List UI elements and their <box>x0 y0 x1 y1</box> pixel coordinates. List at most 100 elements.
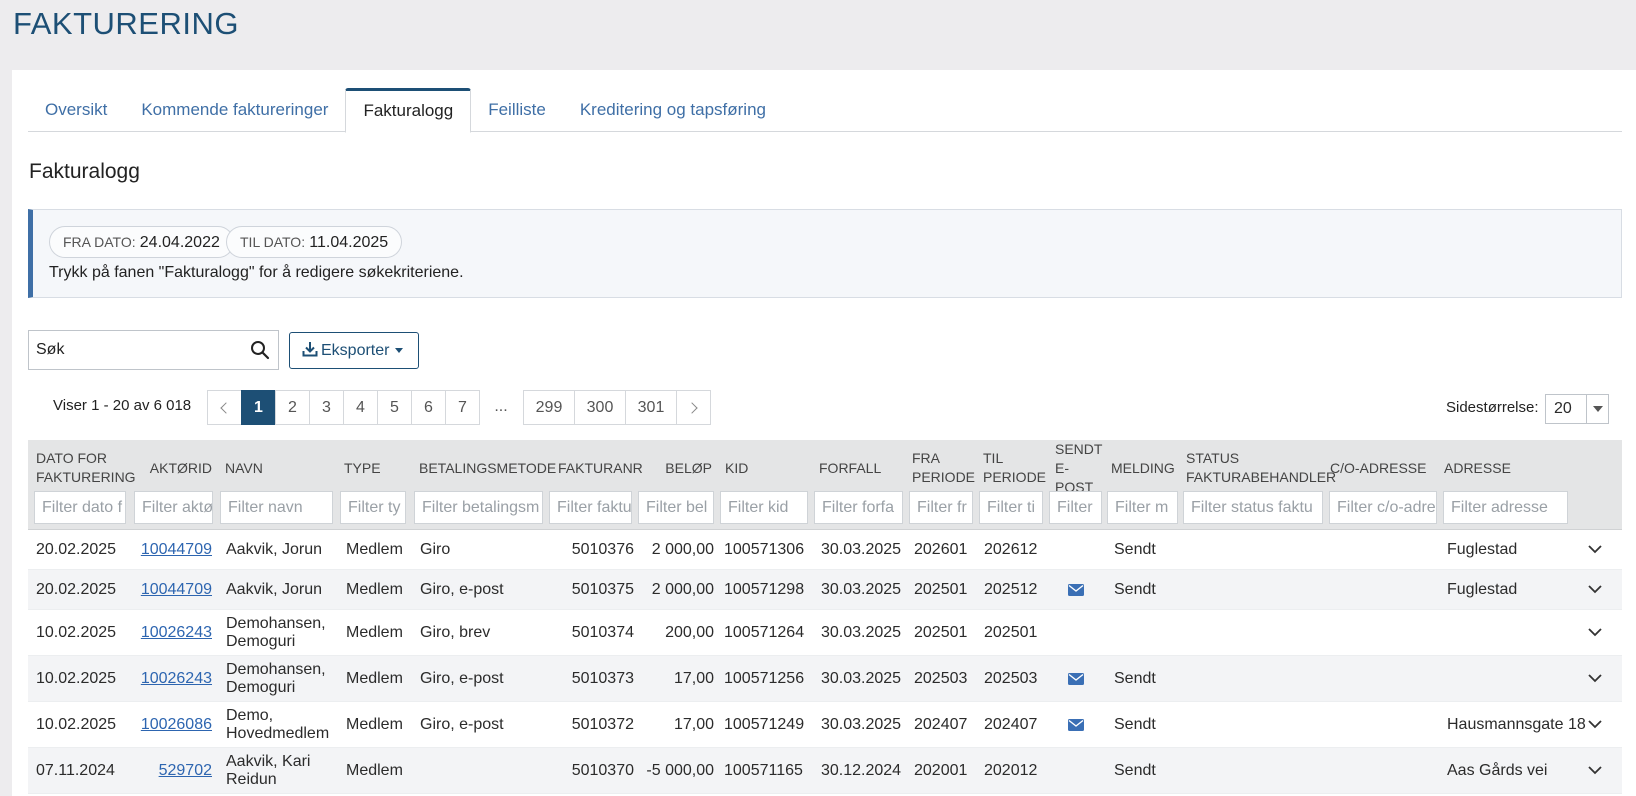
filter-sendt-epost[interactable]: Filter <box>1049 491 1102 524</box>
column-header-til-periode[interactable]: TIL PERIODE <box>983 446 1046 490</box>
cell-forfall: 30.03.2025 <box>821 669 902 687</box>
aktorid-link[interactable]: 10026243 <box>141 670 212 688</box>
filter-melding[interactable]: Filter m <box>1107 491 1178 524</box>
tab-kreditering-og-tapsforing[interactable]: Kreditering og tapsføring <box>563 88 783 132</box>
column-header-sendt-epost[interactable]: SENDT E-POST <box>1055 441 1105 495</box>
aktorid-link[interactable]: 10026086 <box>141 716 212 734</box>
filter-co-adresse[interactable]: Filter c/o-adre <box>1329 491 1437 524</box>
column-header-dato[interactable]: DATO FOR FAKTURERING <box>36 446 136 490</box>
cell-navn: Aakvik, Jorun <box>226 540 323 558</box>
cell-kid: 100571264 <box>724 623 805 641</box>
page-button-7[interactable]: 7 <box>445 390 480 425</box>
filter-dato[interactable]: Filter dato f <box>34 491 126 524</box>
filter-kid[interactable]: Filter kid <box>720 491 808 524</box>
page-button-301[interactable]: 301 <box>625 390 677 425</box>
table-row[interactable]: 20.02.2025 10044709 Aakvik, Jorun Medlem Gir… <box>28 530 1622 570</box>
table-row[interactable]: 10.02.2025 10026086 Demo, Hovedmedlem Medle… <box>28 702 1622 748</box>
column-header-navn[interactable]: NAVN <box>225 446 325 490</box>
cell-fakturanr: 5010372 <box>571 715 634 733</box>
page-title: FAKTURERING <box>13 6 239 41</box>
search-icon[interactable] <box>250 340 270 360</box>
column-header-forfall[interactable]: FORFALL <box>819 446 899 490</box>
expand-row-button[interactable] <box>1588 748 1608 793</box>
cell-type: Medlem <box>346 761 403 779</box>
column-header-status[interactable]: STATUS FAKTURABEHANDLER <box>1186 446 1336 490</box>
page-button-6[interactable]: 6 <box>411 390 446 425</box>
page-button-300[interactable]: 300 <box>574 390 626 425</box>
cell-status <box>1186 570 1326 609</box>
cell-fra: 202501 <box>914 623 968 641</box>
column-header-betalingsmetode[interactable]: BETALINGSMETODE <box>419 446 556 490</box>
column-header-fra-periode[interactable]: FRA PERIODE <box>912 446 975 490</box>
cell-kid: 100571306 <box>724 540 805 558</box>
column-header-belop[interactable]: BELØP <box>648 446 712 490</box>
cell-navn: Demohansen, Demoguri <box>226 660 326 696</box>
expand-row-button[interactable] <box>1588 610 1608 655</box>
filter-aktorid[interactable]: Filter aktø <box>134 491 213 524</box>
tab-fakturalogg[interactable]: Fakturalogg <box>345 88 472 133</box>
cell-co <box>1330 702 1440 747</box>
expand-row-button[interactable] <box>1588 570 1608 609</box>
cell-forfall: 30.12.2024 <box>821 761 902 779</box>
cell-fakturanr: 5010373 <box>571 669 634 687</box>
cell-epost <box>1068 530 1088 569</box>
filter-status[interactable]: Filter status faktu <box>1183 491 1323 524</box>
page-size-dropdown-button[interactable] <box>1586 395 1608 423</box>
tab-kommende-faktureringer[interactable]: Kommende faktureringer <box>124 88 345 132</box>
cell-melding: Sendt <box>1114 715 1156 733</box>
page-size-select[interactable]: 20 <box>1545 394 1609 424</box>
table-row[interactable]: 10.02.2025 10026243 Demohansen, Demoguri Me… <box>28 656 1622 702</box>
aktorid-link[interactable]: 10026243 <box>141 624 212 642</box>
column-header-fakturanr[interactable]: FAKTURANR <box>558 446 643 490</box>
previous-page-button[interactable] <box>207 390 242 425</box>
filter-til-periode[interactable]: Filter ti <box>979 491 1043 524</box>
filter-navn[interactable]: Filter navn <box>220 491 333 524</box>
filter-betalingsmetode[interactable]: Filter betalingsm <box>414 491 543 524</box>
table-row[interactable]: 20.02.2025 10044709 Aakvik, Jorun Medlem Gir… <box>28 570 1622 610</box>
column-header-co-adresse[interactable]: C/O-ADRESSE <box>1330 446 1450 490</box>
to-date-label: TIL DATO: <box>240 234 306 250</box>
column-header-aktorid[interactable]: AKTØRID <box>128 446 212 490</box>
cell-betalingsmetode: Giro, e-post <box>420 669 504 687</box>
expand-row-button[interactable] <box>1588 530 1608 569</box>
aktorid-link[interactable]: 10044709 <box>141 581 212 599</box>
column-header-adresse[interactable]: ADRESSE <box>1444 446 1544 490</box>
expand-row-button[interactable] <box>1588 656 1608 701</box>
page-button-299[interactable]: 299 <box>523 390 575 425</box>
cell-kid: 100571165 <box>724 761 803 779</box>
column-header-melding[interactable]: MELDING <box>1111 446 1181 490</box>
page-button-5[interactable]: 5 <box>377 390 412 425</box>
aktorid-link[interactable]: 529702 <box>159 762 212 780</box>
table-row[interactable]: 07.11.2024 529702 Aakvik, Kari Reidun Medle… <box>28 748 1622 794</box>
page-button-1[interactable]: 1 <box>241 390 276 425</box>
filter-belop[interactable]: Filter bel <box>638 491 714 524</box>
cell-epost <box>1068 610 1088 655</box>
cell-status <box>1186 702 1326 747</box>
invoice-log-table: DATO FOR FAKTURERING AKTØRID NAVN TYPE B… <box>28 440 1622 794</box>
tab-oversikt[interactable]: Oversikt <box>28 88 124 132</box>
column-header-type[interactable]: TYPE <box>344 446 404 490</box>
from-date-value: 24.04.2022 <box>139 234 220 251</box>
table-body: 20.02.2025 10044709 Aakvik, Jorun Medlem Gir… <box>28 530 1622 794</box>
filter-forfall[interactable]: Filter forfa <box>814 491 903 524</box>
next-page-button[interactable] <box>676 390 711 425</box>
page-button-2[interactable]: 2 <box>275 390 310 425</box>
filter-adresse[interactable]: Filter adresse <box>1443 491 1568 524</box>
filter-fakturanr[interactable]: Filter faktu <box>549 491 632 524</box>
from-date-label: FRA DATO: <box>63 234 136 250</box>
chevron-down-icon <box>1588 766 1602 775</box>
cell-til: 202612 <box>984 540 1038 558</box>
expand-row-button[interactable] <box>1588 702 1608 747</box>
column-header-kid[interactable]: KID <box>725 446 785 490</box>
cell-dato: 07.11.2024 <box>36 761 115 779</box>
page-button-3[interactable]: 3 <box>309 390 344 425</box>
search-input[interactable]: Søk <box>28 330 279 370</box>
filter-fra-periode[interactable]: Filter fr <box>909 491 973 524</box>
tab-feilliste[interactable]: Feilliste <box>471 88 563 132</box>
cell-type: Medlem <box>346 715 403 733</box>
aktorid-link[interactable]: 10044709 <box>141 541 212 559</box>
page-button-4[interactable]: 4 <box>343 390 378 425</box>
filter-type[interactable]: Filter ty <box>340 491 406 524</box>
export-button[interactable]: Eksporter <box>289 332 419 369</box>
table-row[interactable]: 10.02.2025 10026243 Demohansen, Demoguri Me… <box>28 610 1622 656</box>
